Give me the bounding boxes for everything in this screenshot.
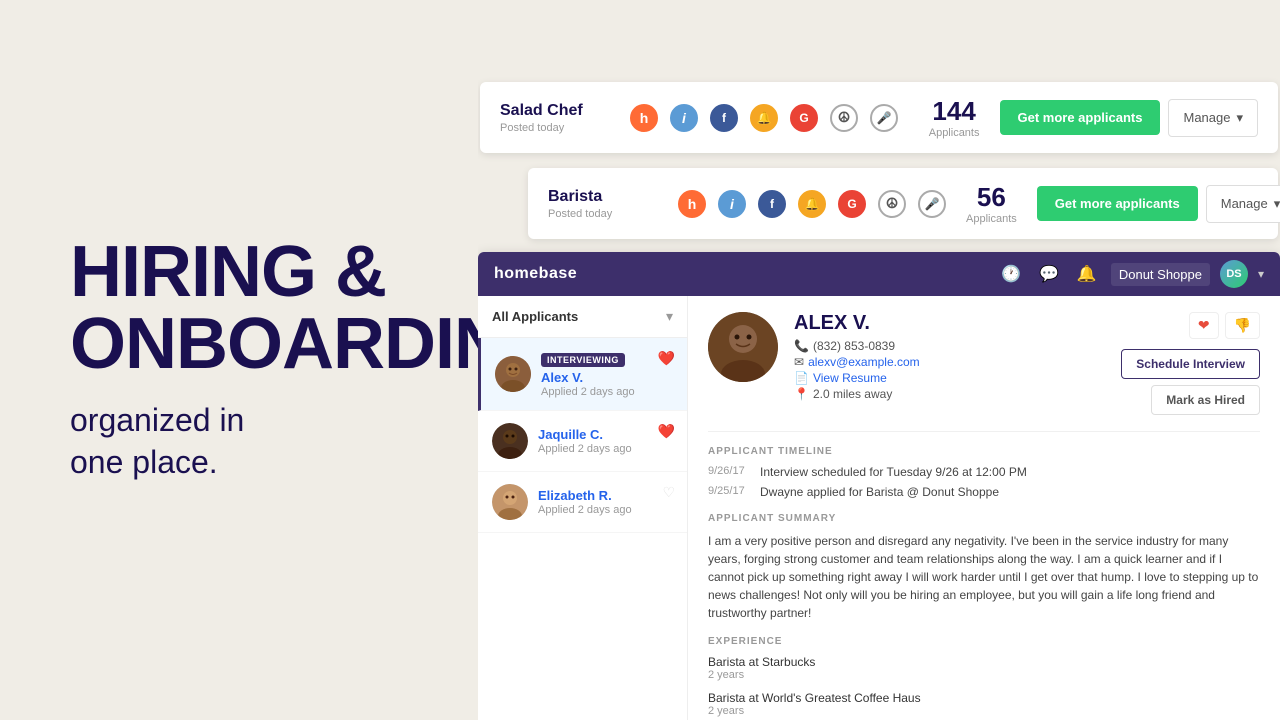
bell-nav-icon[interactable]: 🔔 (1073, 260, 1101, 288)
mic-icon: 🎤 (870, 104, 898, 132)
left-section: HIRING &ONBOARDING organized inone place… (0, 0, 490, 720)
right-section: Salad Chef Posted today h i f 🔔 G ☮ 🎤 14… (478, 0, 1280, 720)
heart-icon-alex: ❤️ (658, 350, 675, 367)
timeline-entry-2: 9/25/17 Dwayne applied for Barista @ Don… (708, 485, 1260, 499)
like-button[interactable]: ❤ (1189, 312, 1219, 339)
applicant-info-alex: INTERVIEWING Alex V. Applied 2 days ago (541, 350, 673, 398)
applicant-item-elizabeth[interactable]: Elizabeth R. Applied 2 days ago ♡ (478, 472, 687, 533)
applicants-count-2: 56 Applicants (966, 182, 1017, 225)
job-title-2: Barista Posted today (548, 188, 648, 220)
schedule-interview-button[interactable]: Schedule Interview (1121, 349, 1260, 379)
exp-1: Barista at Starbucks 2 years (708, 655, 1260, 681)
job-card-1: Salad Chef Posted today h i f 🔔 G ☮ 🎤 14… (480, 82, 1278, 153)
heart-outline-elizabeth: ♡ (662, 484, 675, 501)
indeed-icon-2: i (718, 190, 746, 218)
clock-nav-icon[interactable]: 🕐 (997, 260, 1025, 288)
job-card-2: Barista Posted today h i f 🔔 G ☮ 🎤 56 Ap… (528, 168, 1278, 239)
phone-icon: 📞 (794, 339, 809, 353)
applicant-item-jaquille[interactable]: Jaquille C. Applied 2 days ago ❤️ (478, 411, 687, 472)
app-panel: homebase 🕐 💬 🔔 Donut Shoppe DS ▾ All App… (478, 252, 1280, 720)
dislike-button[interactable]: 👎 (1225, 312, 1260, 339)
detail-email: ✉ alexv@example.com (794, 355, 1121, 369)
applicants-header: All Applicants ▾ (478, 296, 687, 338)
avatar-alex (495, 356, 531, 392)
peace-icon-2: ☮ (878, 190, 906, 218)
chat-nav-icon[interactable]: 💬 (1035, 260, 1063, 288)
timeline-section-title: APPLICANT TIMELINE (708, 446, 1260, 457)
detail-actions: ❤ 👎 Schedule Interview Mark as Hired (1121, 312, 1260, 415)
exp-2: Barista at World's Greatest Coffee Haus … (708, 691, 1260, 717)
applicant-info-elizabeth: Elizabeth R. Applied 2 days ago (538, 488, 673, 516)
bell-icon-2: 🔔 (798, 190, 826, 218)
indeed-icon: i (670, 104, 698, 132)
applicant-item-alex[interactable]: INTERVIEWING Alex V. Applied 2 days ago … (478, 338, 687, 411)
timeline-entry-1: 9/26/17 Interview scheduled for Tuesday … (708, 465, 1260, 479)
detail-avatar (708, 312, 778, 382)
summary-section-title: APPLICANT SUMMARY (708, 513, 1260, 524)
subheadline: organized inone place. (70, 400, 430, 483)
get-applicants-btn-1[interactable]: Get more applicants (1000, 100, 1161, 135)
app-logo: homebase (494, 265, 577, 283)
location-icon: 📍 (794, 387, 809, 401)
applicants-panel: All Applicants ▾ (478, 296, 688, 720)
get-applicants-btn-2[interactable]: Get more applicants (1037, 186, 1198, 221)
chevron-icon-2: ▾ (1274, 196, 1280, 212)
manage-btn-1[interactable]: Manage ▾ (1168, 99, 1258, 137)
detail-phone: 📞 (832) 853-0839 (794, 339, 1121, 353)
google-icon: G (790, 104, 818, 132)
chevron-icon: ▾ (1236, 110, 1243, 126)
store-selector[interactable]: Donut Shoppe (1111, 263, 1210, 286)
job-icons-2: h i f 🔔 G ☮ 🎤 (678, 190, 946, 218)
summary-text: I am a very positive person and disregar… (708, 532, 1260, 622)
h-icon: h (630, 104, 658, 132)
email-icon: ✉ (794, 355, 804, 369)
filter-icon[interactable]: ▾ (666, 308, 673, 325)
detail-panel: ALEX V. 📞 (832) 853-0839 ✉ alexv@example… (688, 296, 1280, 720)
mic-icon-2: 🎤 (918, 190, 946, 218)
resume-icon: 📄 (794, 371, 809, 385)
mark-hired-button[interactable]: Mark as Hired (1151, 385, 1260, 415)
heart-icon-jaquille: ❤️ (658, 423, 675, 440)
user-avatar[interactable]: DS (1220, 260, 1248, 288)
experience-section-title: EXPERIENCE (708, 636, 1260, 647)
app-content: All Applicants ▾ (478, 296, 1280, 720)
detail-resume: 📄 View Resume (794, 371, 1121, 385)
applicants-count-1: 144 Applicants (929, 96, 980, 139)
detail-header: ALEX V. 📞 (832) 853-0839 ✉ alexv@example… (708, 312, 1260, 415)
manage-btn-2[interactable]: Manage ▾ (1206, 185, 1280, 223)
job-icons-1: h i f 🔔 G ☮ 🎤 (630, 104, 909, 132)
detail-distance: 📍 2.0 miles away (794, 387, 1121, 401)
facebook-icon-2: f (758, 190, 786, 218)
avatar-jaquille (492, 423, 528, 459)
facebook-icon: f (710, 104, 738, 132)
google-icon-2: G (838, 190, 866, 218)
detail-info: ALEX V. 📞 (832) 853-0839 ✉ alexv@example… (794, 312, 1121, 403)
headline: HIRING &ONBOARDING (70, 236, 430, 380)
peace-icon: ☮ (830, 104, 858, 132)
avatar-elizabeth (492, 484, 528, 520)
applicant-info-jaquille: Jaquille C. Applied 2 days ago (538, 427, 673, 455)
h-icon-2: h (678, 190, 706, 218)
timeline: 9/26/17 Interview scheduled for Tuesday … (708, 465, 1260, 499)
bell-icon: 🔔 (750, 104, 778, 132)
app-nav: homebase 🕐 💬 🔔 Donut Shoppe DS ▾ (478, 252, 1280, 296)
nav-chevron: ▾ (1258, 267, 1264, 281)
job-title-1: Salad Chef Posted today (500, 102, 600, 134)
rating-buttons: ❤ 👎 (1189, 312, 1260, 339)
